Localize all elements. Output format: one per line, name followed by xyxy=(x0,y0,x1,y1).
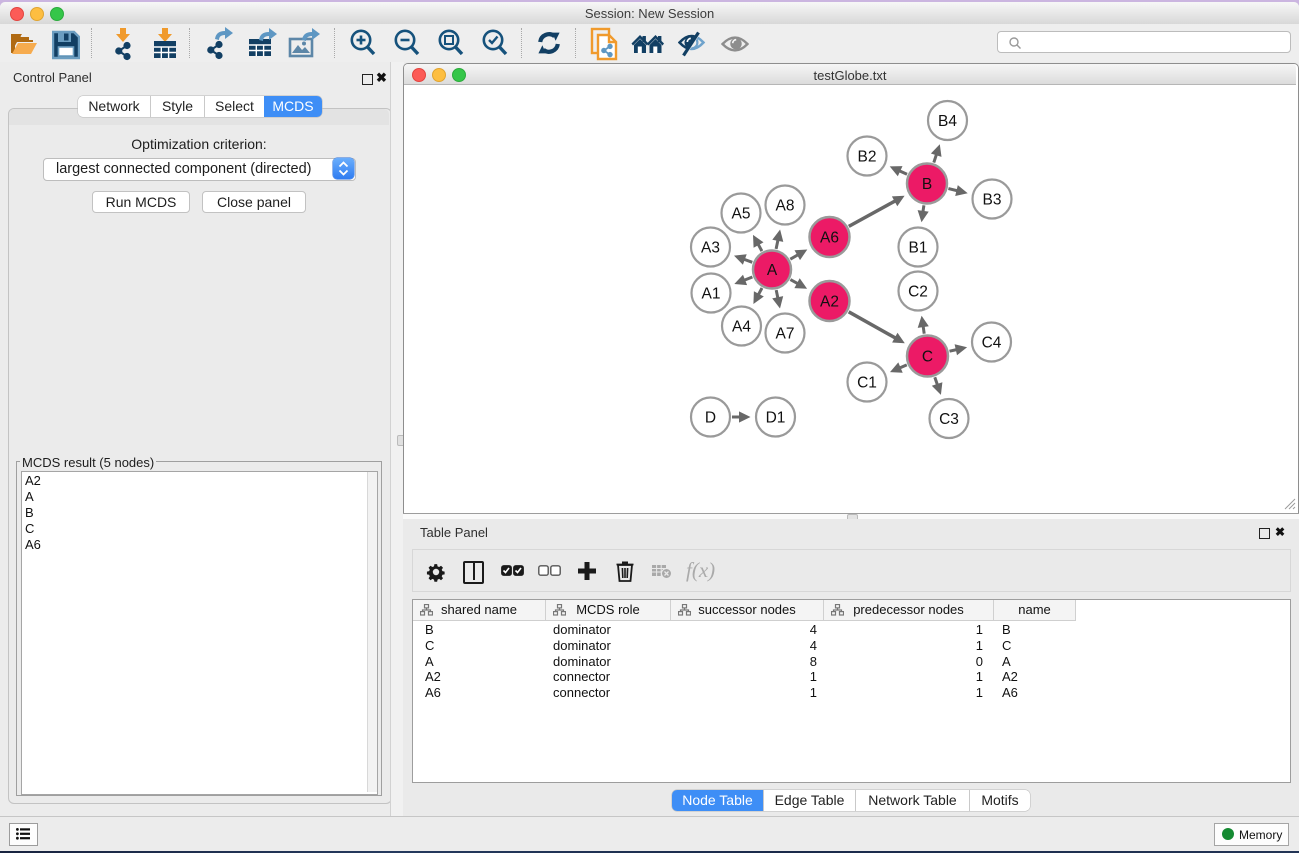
svg-text:C1: C1 xyxy=(857,375,877,392)
svg-text:A7: A7 xyxy=(776,326,795,343)
svg-text:B3: B3 xyxy=(983,192,1002,209)
svg-text:A1: A1 xyxy=(702,286,721,303)
svg-text:A8: A8 xyxy=(776,198,795,215)
svg-text:A: A xyxy=(767,262,778,279)
svg-text:C: C xyxy=(922,349,933,366)
svg-text:A5: A5 xyxy=(732,206,751,223)
svg-text:B1: B1 xyxy=(909,240,928,257)
svg-text:B4: B4 xyxy=(938,113,957,130)
svg-text:A4: A4 xyxy=(732,319,751,336)
svg-text:C4: C4 xyxy=(982,335,1002,352)
svg-text:A2: A2 xyxy=(820,294,839,311)
svg-text:B2: B2 xyxy=(858,149,877,166)
svg-text:C2: C2 xyxy=(908,284,928,301)
svg-text:D1: D1 xyxy=(766,410,786,427)
svg-text:B: B xyxy=(922,176,932,193)
svg-text:C3: C3 xyxy=(939,411,959,428)
svg-text:A6: A6 xyxy=(820,230,839,247)
svg-text:A3: A3 xyxy=(701,240,720,257)
svg-text:D: D xyxy=(705,410,716,427)
